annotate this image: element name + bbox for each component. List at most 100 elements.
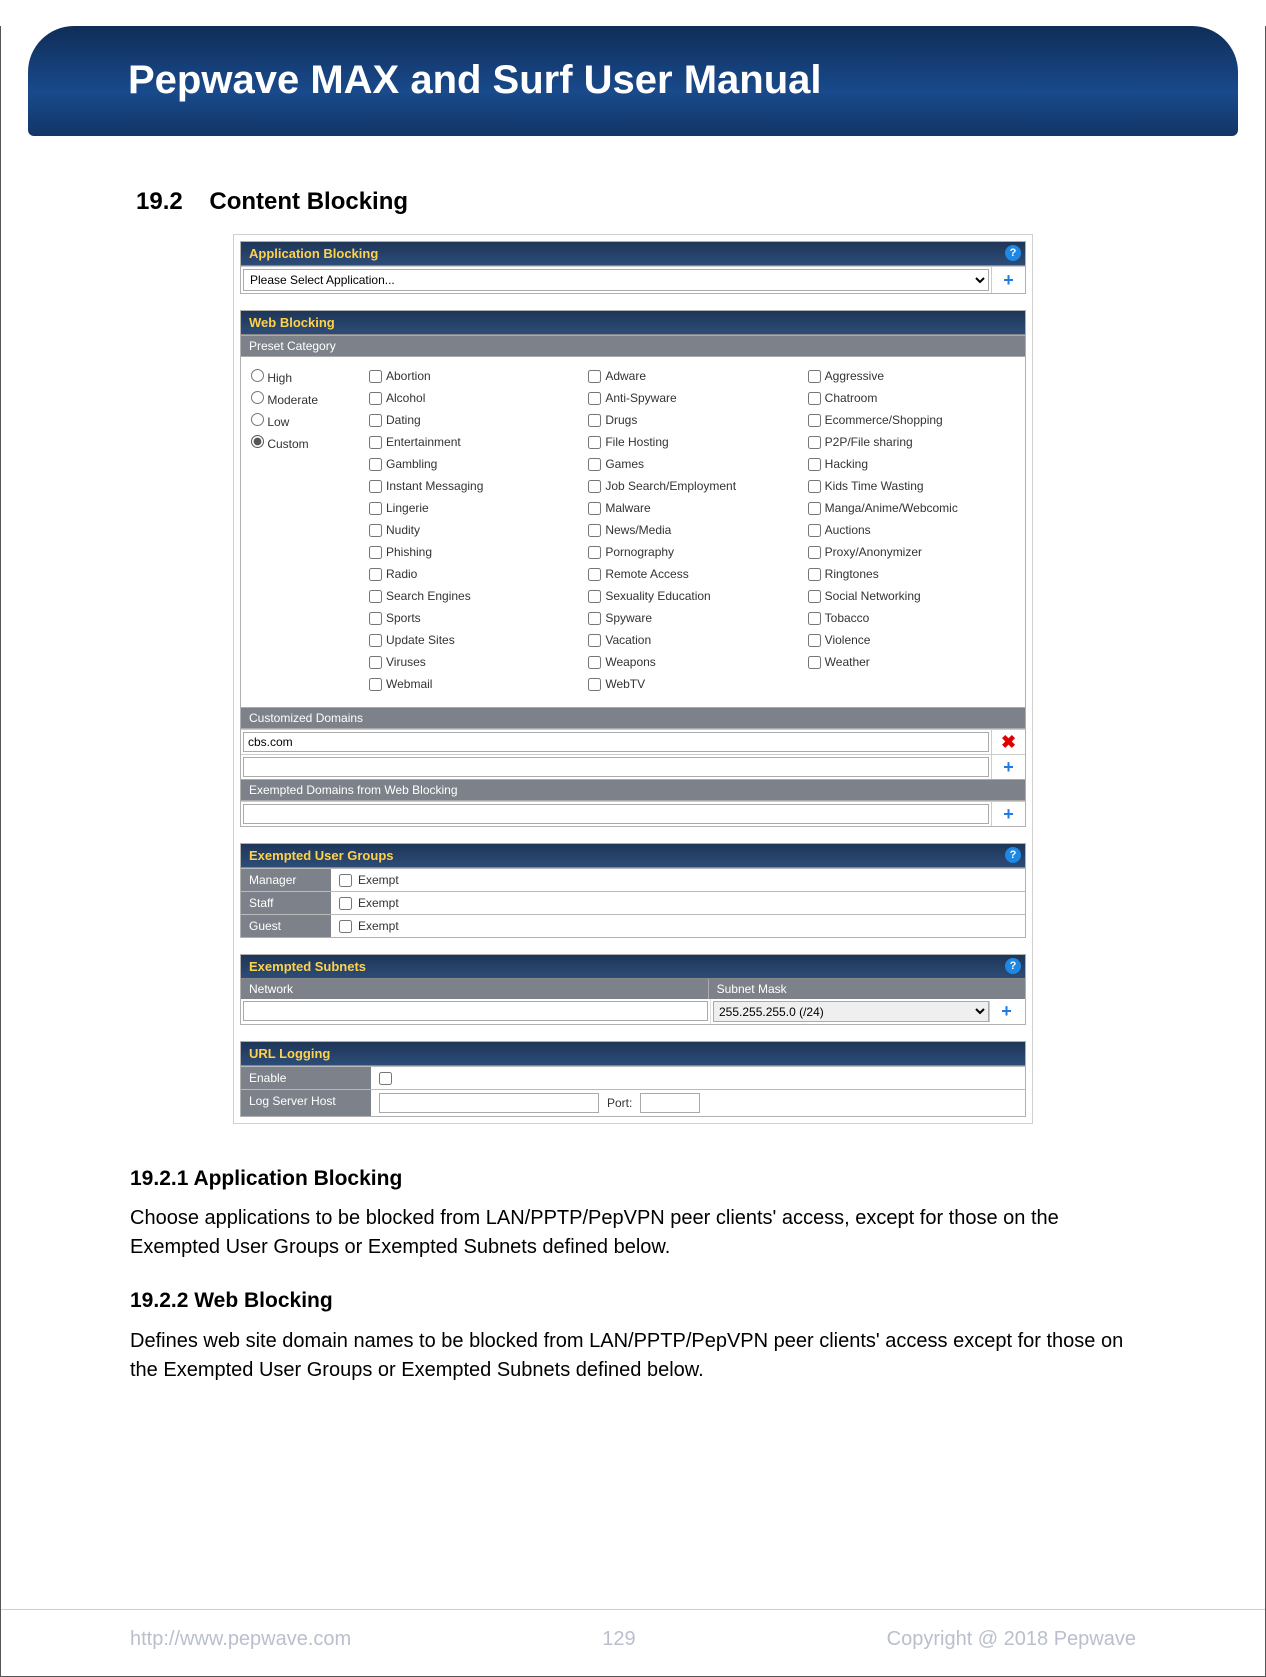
category-checkbox[interactable]: Social Networking [808,585,1017,607]
category-checkbox[interactable]: Radio [369,563,578,585]
remove-domain-button[interactable]: ✖ [991,730,1025,754]
subsection-2-heading: 19.2.2 Web Blocking [130,1286,1136,1316]
exempt-group-option-label: Exempt [358,873,399,887]
subsection-1-heading: 19.2.1 Application Blocking [130,1164,1136,1194]
category-checkbox[interactable]: Job Search/Employment [588,475,797,497]
preset-category-header: Preset Category [241,335,1025,357]
category-checkbox[interactable]: Nudity [369,519,578,541]
category-checkbox[interactable]: Drugs [588,409,797,431]
url-logging-enable-label: Enable [241,1067,371,1089]
category-checkbox[interactable]: Remote Access [588,563,797,585]
help-icon[interactable]: ? [1005,958,1021,974]
url-logging-panel: URL Logging Enable Log Server Host Port: [240,1041,1026,1117]
help-icon[interactable]: ? [1005,847,1021,863]
category-checkbox[interactable]: Games [588,453,797,475]
customized-domains-header: Customized Domains [241,707,1025,729]
category-checkbox[interactable]: Aggressive [808,365,1017,387]
exempt-group-row: Guest Exempt [241,914,1025,937]
subsection-2-body: Defines web site domain names to be bloc… [130,1327,1136,1385]
category-checkbox[interactable]: Malware [588,497,797,519]
category-checkbox[interactable]: Weapons [588,651,797,673]
category-checkbox[interactable]: Weather [808,651,1017,673]
page-footer: http://www.pepwave.com 129 Copyright @ 2… [0,1609,1266,1651]
category-checkbox[interactable]: News/Media [588,519,797,541]
add-application-button[interactable]: + [991,267,1025,293]
category-checkbox[interactable]: Adware [588,365,797,387]
page-title: Pepwave MAX and Surf User Manual [28,26,1238,103]
category-checkbox[interactable]: Chatroom [808,387,1017,409]
category-checkbox[interactable]: Pornography [588,541,797,563]
plus-icon: + [1003,757,1014,778]
subnet-network-input[interactable] [243,1001,708,1021]
category-checkbox[interactable]: Ecommerce/Shopping [808,409,1017,431]
add-domain-button[interactable]: + [991,755,1025,779]
category-checkbox[interactable]: Instant Messaging [369,475,578,497]
add-subnet-button[interactable]: + [989,1001,1023,1022]
category-checkbox[interactable]: Sports [369,607,578,629]
category-checkbox[interactable]: Webmail [369,673,578,695]
category-checkbox[interactable]: Manga/Anime/Webcomic [808,497,1017,519]
exempt-group-name: Guest [241,915,331,937]
category-checkbox[interactable]: Auctions [808,519,1017,541]
category-checkbox[interactable]: Violence [808,629,1017,651]
category-checkbox[interactable]: Viruses [369,651,578,673]
exempt-group-checkbox[interactable] [339,874,352,887]
plus-icon: + [1003,270,1014,291]
exempted-user-groups-panel: Exempted User Groups ? ManagerExemptStaf… [240,843,1026,938]
category-checkbox[interactable]: Anti-Spyware [588,387,797,409]
category-checkbox[interactable]: Alcohol [369,387,578,409]
exempt-group-checkbox[interactable] [339,897,352,910]
preset-radio-low[interactable]: Low [251,411,365,433]
category-checkbox[interactable]: WebTV [588,673,797,695]
category-checkbox[interactable]: Abortion [369,365,578,387]
application-blocking-title: Application Blocking [249,246,378,261]
exempted-domain-input[interactable] [243,804,989,824]
category-checkbox[interactable]: Dating [369,409,578,431]
category-checkbox[interactable]: Tobacco [808,607,1017,629]
category-checkbox[interactable]: Update Sites [369,629,578,651]
category-checkbox[interactable]: Hacking [808,453,1017,475]
exempt-group-row: Staff Exempt [241,891,1025,914]
category-checkbox[interactable]: Gambling [369,453,578,475]
plus-icon: + [1003,804,1014,825]
application-select[interactable]: Please Select Application... [243,269,989,291]
exempt-group-checkbox[interactable] [339,920,352,933]
help-icon[interactable]: ? [1005,245,1021,261]
url-logging-port-input[interactable] [640,1093,700,1113]
category-checkbox[interactable]: Sexuality Education [588,585,797,607]
category-checkbox[interactable]: P2P/File sharing [808,431,1017,453]
category-checkbox[interactable]: Lingerie [369,497,578,519]
preset-radio-high[interactable]: High [251,367,365,389]
category-grid: Abortion Adware Aggressive Alcohol Anti-Spyw… [369,365,1017,695]
customized-domain-input-2[interactable] [243,757,989,777]
category-checkbox[interactable]: Entertainment [369,431,578,453]
footer-page-number: 129 [602,1628,635,1651]
exempt-group-name: Staff [241,892,331,914]
preset-radio-custom[interactable]: Custom [251,433,365,455]
category-checkbox[interactable]: Proxy/Anonymizer [808,541,1017,563]
category-checkbox[interactable]: Kids Time Wasting [808,475,1017,497]
add-exempted-domain-button[interactable]: + [991,802,1025,826]
category-checkbox[interactable]: Spyware [588,607,797,629]
config-screenshot: Application Blocking ? Please Select App… [233,234,1033,1124]
section-heading: 19.2 Content Blocking [136,188,1136,216]
category-checkbox[interactable]: Vacation [588,629,797,651]
exempt-group-option-label: Exempt [358,919,399,933]
category-checkbox[interactable]: File Hosting [588,431,797,453]
subsection-1-body: Choose applications to be blocked from L… [130,1204,1136,1262]
category-checkbox[interactable]: Phishing [369,541,578,563]
exempt-group-name: Manager [241,869,331,891]
category-checkbox[interactable]: Search Engines [369,585,578,607]
url-logging-enable-checkbox[interactable] [379,1072,392,1085]
url-logging-host-label: Log Server Host [241,1090,371,1116]
customized-domain-input-1[interactable] [243,732,989,752]
footer-url: http://www.pepwave.com [130,1628,351,1651]
subnet-network-header: Network [241,979,708,999]
preset-radio-moderate[interactable]: Moderate [251,389,365,411]
category-checkbox[interactable]: Ringtones [808,563,1017,585]
exempt-group-option-label: Exempt [358,896,399,910]
subnet-mask-select[interactable]: 255.255.255.0 (/24) [713,1001,989,1022]
url-logging-host-input[interactable] [379,1093,599,1113]
url-logging-port-label: Port: [607,1096,632,1110]
exempted-subnets-panel: Exempted Subnets ? Network Subnet Mask 2… [240,954,1026,1025]
